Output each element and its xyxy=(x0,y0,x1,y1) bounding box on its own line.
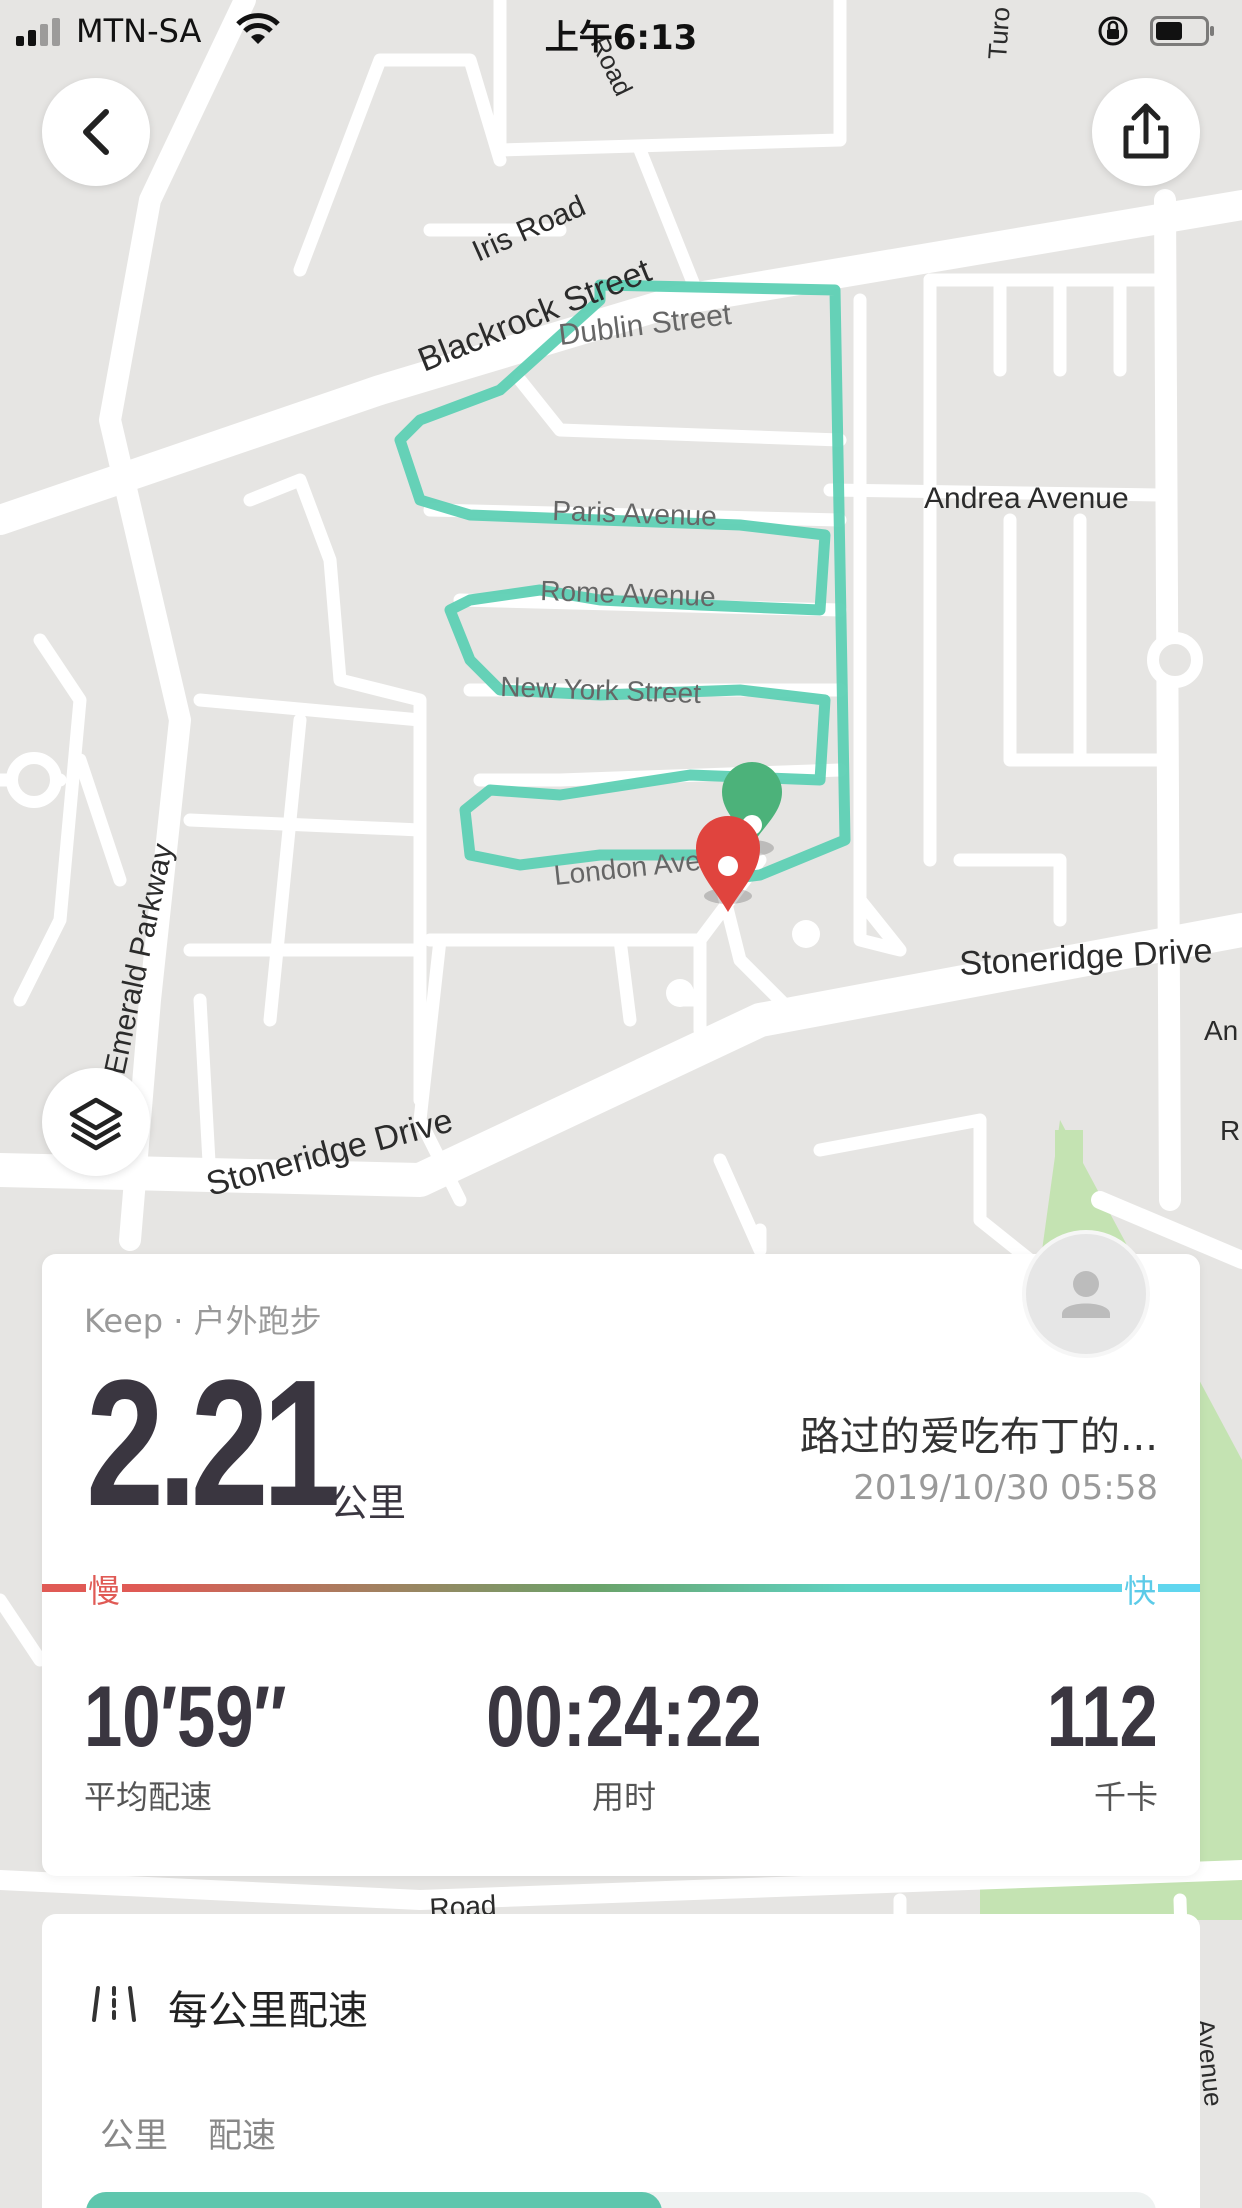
run-datetime: 2019/10/30 05:58 xyxy=(853,1468,1158,1508)
avg-pace-value: 10′59″ xyxy=(84,1669,287,1765)
split-bar xyxy=(86,2192,662,2208)
duration-value: 00:24:22 xyxy=(486,1669,762,1765)
calories-label: 千卡 xyxy=(1093,1778,1158,1816)
end-pin[interactable] xyxy=(696,816,760,912)
avatar[interactable] xyxy=(1022,1230,1150,1358)
pace-fast-label: 快 xyxy=(1121,1566,1158,1612)
share-icon xyxy=(1123,103,1169,159)
user-icon xyxy=(1062,1271,1110,1318)
share-button[interactable] xyxy=(1092,78,1200,186)
street-label: R xyxy=(1220,1115,1240,1146)
orientation-lock-icon xyxy=(1098,16,1128,46)
street-label: Paris Avenue xyxy=(552,495,717,532)
screen: Iris Road Blackrock Street Dublin Street… xyxy=(0,0,1242,2208)
splits-title: 每公里配速 xyxy=(168,1988,368,2034)
map-layers-button[interactable] xyxy=(42,1068,150,1176)
street-label: Andrea Avenue xyxy=(924,482,1129,515)
calories-value: 112 xyxy=(1047,1669,1158,1765)
activity-source: Keep · 户外跑步 xyxy=(84,1302,322,1340)
distance-unit: 公里 xyxy=(330,1481,407,1525)
splits-card: 每公里配速 公里 配速 xyxy=(42,1914,1200,2208)
splits-icon xyxy=(92,1986,136,2022)
back-button[interactable] xyxy=(42,78,150,186)
status-bar: MTN-SA 上午6:13 xyxy=(0,0,1242,62)
distance-value: 2.21 xyxy=(86,1343,341,1544)
pace-gradient-bar xyxy=(42,1584,1200,1592)
chevron-left-icon xyxy=(83,109,109,155)
pace-slow-label: 慢 xyxy=(86,1566,123,1612)
duration-label: 用时 xyxy=(591,1778,656,1816)
street-label: Rome Avenue xyxy=(540,575,716,612)
user-name[interactable]: 路过的爱吃布丁的... xyxy=(800,1404,1158,1462)
street-label: An xyxy=(1204,1015,1238,1046)
splits-column-km: 公里 xyxy=(100,2116,168,2156)
splits-column-pace: 配速 xyxy=(208,2116,276,2156)
status-time: 上午6:13 xyxy=(544,18,698,58)
avg-pace-label: 平均配速 xyxy=(84,1778,213,1816)
route-map[interactable]: Iris Road Blackrock Street Dublin Street… xyxy=(0,0,1242,2208)
layers-icon xyxy=(69,1097,123,1151)
battery-icon xyxy=(1150,16,1214,46)
